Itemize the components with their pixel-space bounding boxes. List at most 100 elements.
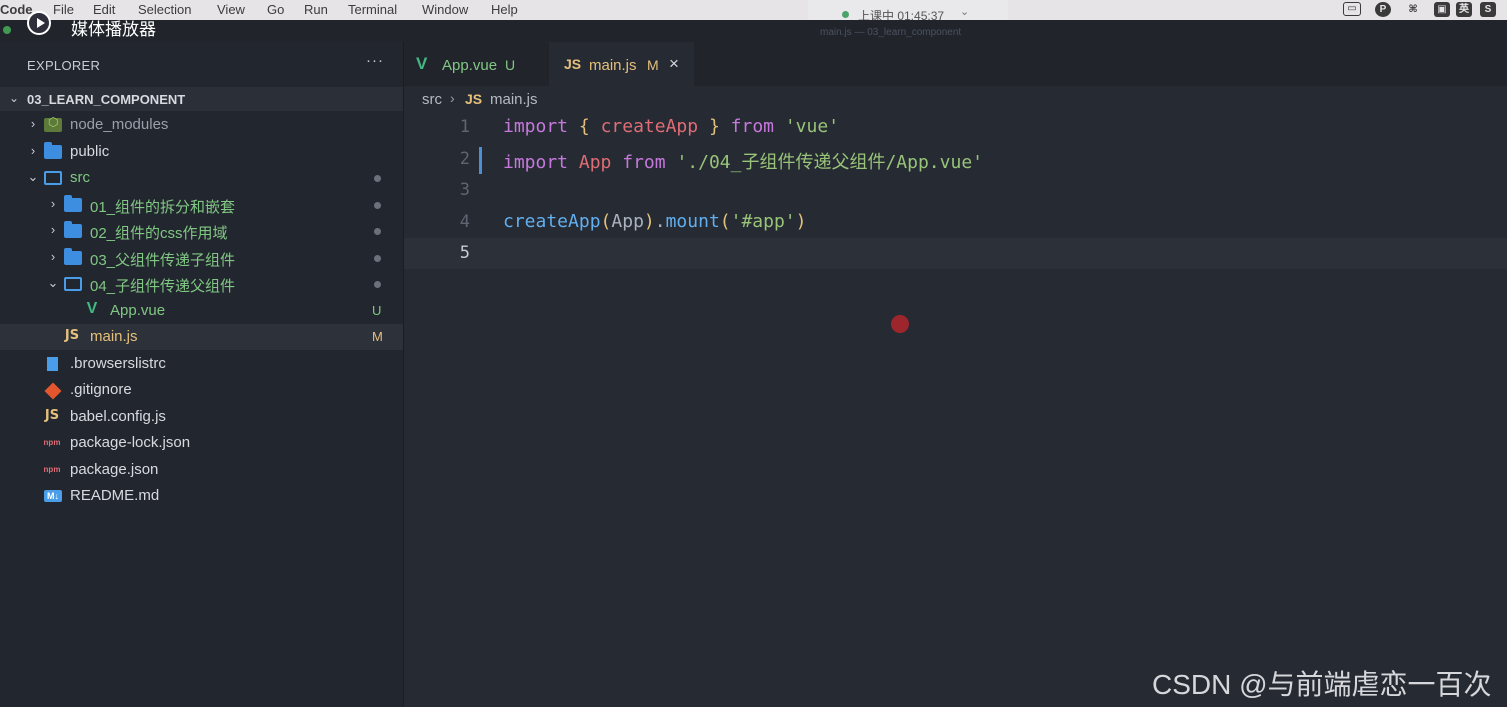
file-tree-label: package.json bbox=[70, 460, 159, 478]
code-text: import App from './04_子组件传递父组件/App.vue' bbox=[503, 148, 983, 174]
media-player-play-icon[interactable] bbox=[27, 11, 51, 35]
editor-tabbar: V App.vue U JS main.js M × bbox=[404, 42, 1507, 86]
file-tree-item[interactable]: › 03_父组件传递子组件 bbox=[0, 245, 403, 271]
line-number: 5 bbox=[459, 243, 470, 263]
tab-app-vue[interactable]: V App.vue U bbox=[404, 42, 548, 86]
chevron-right-icon: › bbox=[30, 142, 36, 158]
file-tree-item[interactable]: JS main.js M bbox=[0, 324, 403, 350]
menu-app-name[interactable]: Code bbox=[0, 2, 33, 17]
code-token: ( bbox=[600, 210, 612, 232]
folder-icon bbox=[64, 221, 82, 238]
tool-icon[interactable]: ⌘ bbox=[1405, 2, 1421, 17]
code-editor[interactable]: 1 import { createApp } from 'vue' 2 import … bbox=[404, 112, 1507, 707]
line-number: 3 bbox=[459, 180, 470, 200]
screen-mirror-icon[interactable]: ▭ bbox=[1343, 2, 1361, 16]
file-tree-label: 03_父组件传递子组件 bbox=[90, 251, 236, 269]
npm-icon: npm bbox=[43, 438, 61, 447]
menu-help[interactable]: Help bbox=[491, 2, 518, 17]
code-token: } bbox=[708, 116, 720, 137]
file-tree-item[interactable]: M↓ README.md bbox=[0, 483, 403, 509]
chevron-down-icon: ⌄ bbox=[47, 275, 59, 290]
workspace-root-header[interactable]: ⌄ 03_LEARN_COMPONENT bbox=[0, 87, 403, 111]
folder-icon bbox=[64, 194, 82, 212]
app-tray-icon[interactable]: ▣ bbox=[1434, 2, 1450, 17]
file-tree-item[interactable]: npm package-lock.json bbox=[0, 430, 403, 456]
code-token: './04_子组件传递父组件/App.vue' bbox=[676, 151, 983, 173]
file-tree-label: 02_组件的css作用域 bbox=[90, 225, 228, 242]
chevron-down-icon: ⌄ bbox=[9, 91, 20, 105]
menu-go[interactable]: Go bbox=[267, 2, 284, 17]
js-icon: JS bbox=[64, 328, 80, 343]
code-token: from bbox=[622, 151, 666, 173]
file-tree-label: package-lock.json bbox=[70, 434, 191, 451]
folder-icon bbox=[44, 141, 62, 159]
code-token: ) bbox=[795, 210, 807, 232]
media-player-title: 媒体播放器 bbox=[71, 20, 156, 39]
watermark: CSDN @与前端虐恋一百次 bbox=[1152, 669, 1492, 700]
git-status-badge: M bbox=[372, 329, 383, 344]
file-icon bbox=[47, 356, 58, 371]
vue-icon: V bbox=[86, 299, 98, 317]
explorer-sidebar: EXPLORER ··· ⌄ 03_LEARN_COMPONENT › node_… bbox=[0, 42, 404, 707]
explorer-title: EXPLORER bbox=[27, 58, 101, 73]
modified-dot-icon bbox=[374, 175, 381, 182]
code-token: . bbox=[654, 210, 666, 232]
js-icon: JS bbox=[465, 91, 483, 107]
modified-dot-icon bbox=[374, 254, 381, 262]
file-tree-label: babel.config.js bbox=[70, 407, 166, 425]
code-line[interactable]: 3 bbox=[404, 175, 1507, 206]
file-tree-item[interactable]: ⌄ 04_子组件传递父组件 bbox=[0, 271, 403, 297]
file-tree-label: src bbox=[70, 169, 90, 186]
file-tree-item[interactable]: .browserslistrc bbox=[0, 351, 403, 377]
screen: Code File Edit Selection View Go Run Ter… bbox=[0, 0, 1507, 707]
menu-view[interactable]: View bbox=[217, 2, 245, 17]
code-line[interactable]: 2 import App from './04_子组件传递父组件/App.vue' bbox=[404, 144, 1507, 175]
file-tree-label: App.vue bbox=[110, 301, 166, 319]
js-icon: JS bbox=[564, 56, 582, 72]
file-tree-item[interactable]: › 01_组件的拆分和嵌套 bbox=[0, 192, 403, 218]
file-tree-label: README.md bbox=[70, 487, 160, 504]
code-line[interactable]: 1 import { createApp } from 'vue' bbox=[404, 112, 1507, 143]
tab-status-badge: M bbox=[647, 57, 659, 73]
folder-icon bbox=[64, 247, 82, 265]
file-tree-item[interactable]: ⌄ src bbox=[0, 165, 403, 191]
breadcrumb-folder[interactable]: src bbox=[422, 91, 442, 108]
menu-window[interactable]: Window bbox=[422, 2, 468, 17]
code-token: '#app' bbox=[730, 210, 796, 232]
line-number: 4 bbox=[459, 211, 470, 232]
more-actions-icon[interactable]: ··· bbox=[366, 52, 384, 69]
code-text: import { createApp } from 'vue' bbox=[503, 116, 839, 137]
code-token: createApp bbox=[600, 116, 699, 137]
chevron-right-icon: › bbox=[50, 222, 56, 237]
breadcrumb-file[interactable]: main.js bbox=[490, 91, 538, 108]
s-app-icon[interactable]: S bbox=[1480, 2, 1496, 17]
code-token: App bbox=[611, 210, 644, 232]
file-tree-item[interactable]: npm package.json bbox=[0, 457, 403, 483]
file-tree-item[interactable]: V App.vue U bbox=[0, 298, 403, 324]
menu-run[interactable]: Run bbox=[304, 2, 328, 17]
tab-main-js[interactable]: JS main.js M × bbox=[549, 42, 694, 86]
line-number: 1 bbox=[459, 117, 470, 137]
close-icon[interactable]: × bbox=[669, 54, 679, 74]
folder-open-icon bbox=[64, 277, 82, 291]
code-token: 'vue' bbox=[784, 116, 840, 137]
node-modules-folder-icon bbox=[44, 115, 62, 132]
p-app-icon[interactable]: P bbox=[1375, 2, 1391, 17]
file-tree-item[interactable]: › 02_组件的css作用域 bbox=[0, 218, 403, 244]
modified-dot-icon bbox=[374, 281, 381, 288]
chevron-right-icon: › bbox=[50, 195, 56, 211]
code-line[interactable]: 4 createApp(App).mount('#app') bbox=[404, 207, 1507, 238]
menu-terminal[interactable]: Terminal bbox=[348, 2, 397, 17]
window-control-icon[interactable] bbox=[3, 26, 11, 34]
file-tree-item[interactable]: › node_modules bbox=[0, 112, 403, 138]
markdown-icon: M↓ bbox=[44, 490, 62, 502]
modified-dot-icon bbox=[374, 228, 381, 235]
file-tree-item[interactable]: .gitignore bbox=[0, 377, 403, 403]
code-line[interactable]: 5 bbox=[404, 238, 1507, 269]
input-method-icon[interactable]: 英 bbox=[1456, 2, 1472, 17]
file-tree-item[interactable]: JS babel.config.js bbox=[0, 404, 403, 430]
code-token: ) bbox=[643, 210, 655, 232]
file-tree-item[interactable]: › public bbox=[0, 139, 403, 165]
